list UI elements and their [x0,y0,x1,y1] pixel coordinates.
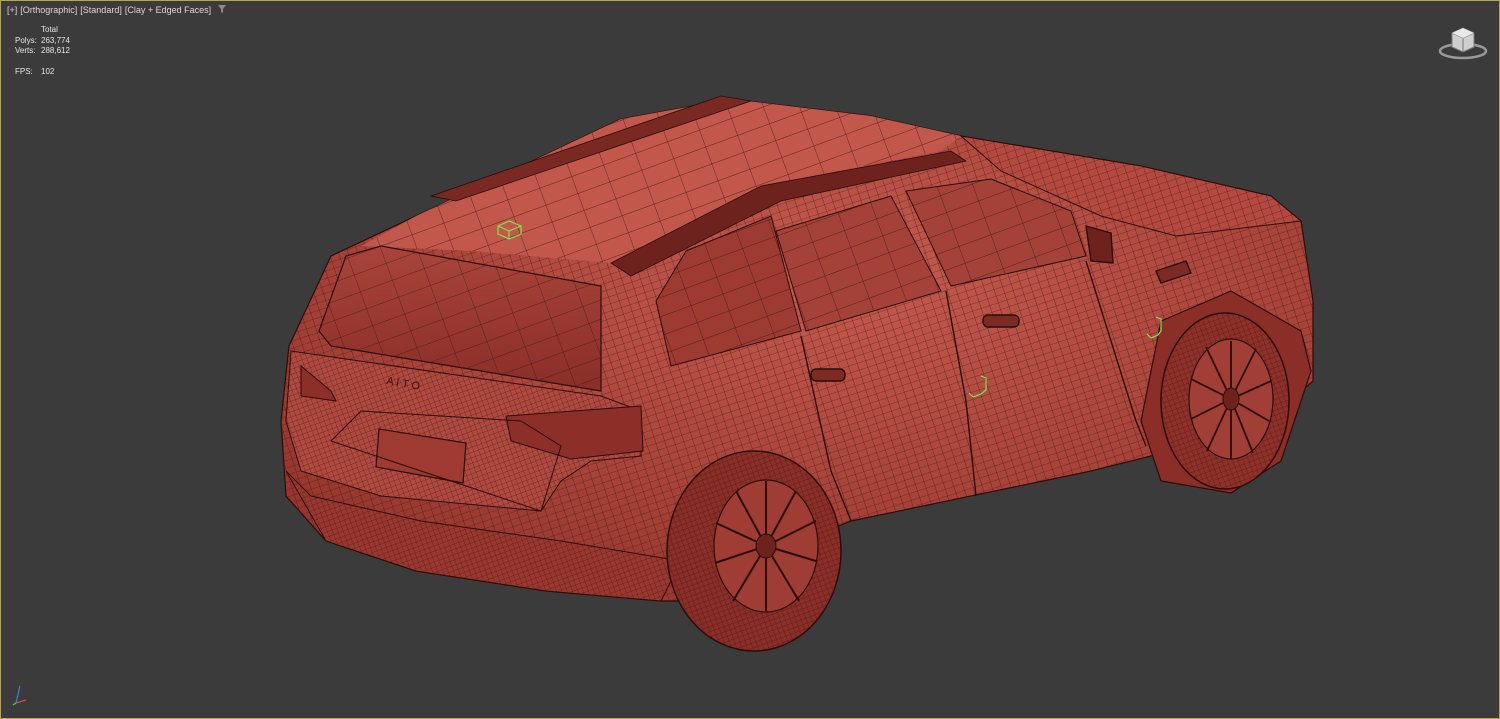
viewport-menu-plus[interactable]: [+] [7,5,17,15]
funnel-icon[interactable] [218,5,227,15]
verts-label: Verts: [15,46,36,55]
rear-wheel [666,450,842,652]
fps-value: 102 [41,66,55,76]
viewport-menu-view[interactable]: [Orthographic] [20,5,77,15]
viewport-label-menu[interactable]: [+] [Orthographic] [Standard] [Clay + Ed… [7,5,227,15]
stats-header: Total [41,25,58,34]
verts-value: 288,612 [41,46,70,55]
polys-value: 263,774 [41,35,70,45]
fps-label: FPS: [15,66,33,76]
viewport-menu-shading-standard[interactable]: [Standard] [80,5,122,15]
polys-label: Polys: [15,35,37,45]
axis-tripod-icon [11,683,31,707]
perspective-viewport[interactable]: A I T O [+] [Orthographic] [Standard] [C… [0,0,1500,719]
statistics-overlay: Total Polys: 263,774 Verts: 288,612 FPS: 10… [15,25,70,77]
viewcube-icon[interactable] [1438,23,1490,61]
viewport-menu-display-mode[interactable]: [Clay + Edged Faces] [125,5,211,15]
car-wireframe-model: A I T O [280,95,1314,652]
